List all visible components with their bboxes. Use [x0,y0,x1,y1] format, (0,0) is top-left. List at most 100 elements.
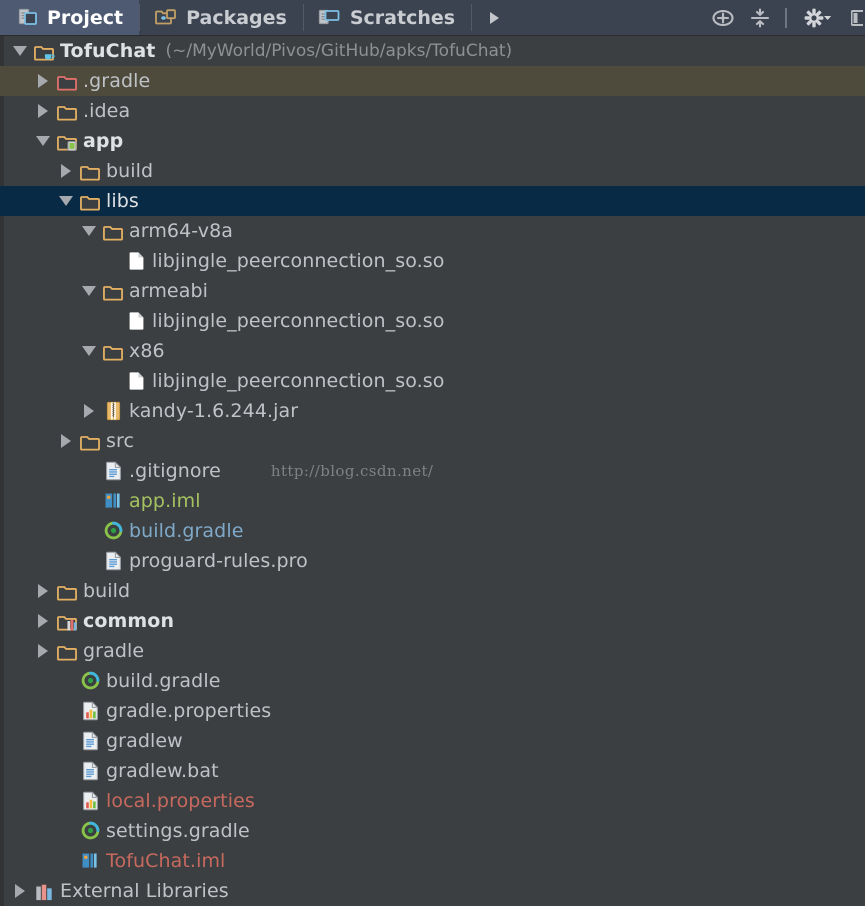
file-blank-icon [123,370,149,392]
folder-icon [100,222,126,241]
collapse-arrow-icon[interactable] [78,226,100,236]
external-libraries-icon [31,882,57,901]
tree-row[interactable]: .gitignore http://blog.csdn.net/ [0,456,865,486]
tree-row[interactable]: libs [0,186,865,216]
tab-overflow-button[interactable] [471,0,517,35]
text-file-icon [100,550,126,572]
folder-icon [54,102,80,121]
hide-panel-icon[interactable] [851,6,863,30]
tree-row[interactable]: build.gradle [0,666,865,696]
tree-row[interactable]: build [0,156,865,186]
file-blank-icon [123,250,149,272]
tree-row[interactable]: TofuChat (~/MyWorld/Pivos/GitHub/apks/Tof… [0,36,865,66]
tab-project[interactable]: Project [0,0,140,35]
tree-row[interactable]: gradle [0,636,865,666]
text-file-icon [77,730,103,752]
tree-row[interactable]: libjingle_peerconnection_so.so [0,246,865,276]
tree-row[interactable]: TofuChat.iml [0,846,865,876]
text-file-icon [100,460,126,482]
expand-arrow-icon[interactable] [32,644,54,658]
tree-row[interactable]: proguard-rules.pro [0,546,865,576]
project-panel-icon [14,7,38,28]
tree-row-label: local.properties [106,790,255,812]
tree-row-label: libjingle_peerconnection_so.so [152,250,445,272]
expand-arrow-icon[interactable] [32,104,54,118]
iml-module-file-icon [77,850,103,872]
locate-target-icon[interactable] [711,6,735,30]
library-module-icon [54,612,80,631]
tree-row[interactable]: libjingle_peerconnection_so.so [0,306,865,336]
tree-row-label: build [106,160,154,182]
tree-row[interactable]: src [0,426,865,456]
collapse-arrow-icon[interactable] [78,286,100,296]
tab-scratches[interactable]: Scratches [302,0,471,35]
collapse-arrow-icon[interactable] [9,46,31,56]
tree-row[interactable]: app.iml [0,486,865,516]
folder-icon [54,642,80,661]
tree-row[interactable]: local.properties [0,786,865,816]
tree-row[interactable]: kandy-1.6.244.jar [0,396,865,426]
tab-label: Packages [186,6,287,29]
tree-row-label: TofuChat.iml [106,850,226,872]
expand-arrow-icon[interactable] [32,74,54,88]
scratches-panel-icon [317,7,341,28]
expand-arrow-icon[interactable] [32,584,54,598]
tree-row[interactable]: build.gradle [0,516,865,546]
tree-row-label: app.iml [129,490,201,512]
expand-arrow-icon[interactable] [32,614,54,628]
collapse-arrow-icon[interactable] [78,346,100,356]
collapse-arrow-icon[interactable] [32,136,54,146]
gradle-file-icon [100,520,126,542]
tree-row[interactable]: build [0,576,865,606]
gradle-file-icon [77,820,103,842]
properties-file-icon [77,700,103,722]
tree-row[interactable]: External Libraries [0,876,865,906]
tree-row[interactable]: armeabi [0,276,865,306]
project-path-note: (~/MyWorld/Pivos/GitHub/apks/TofuChat) [165,41,513,61]
tree-row-label: kandy-1.6.244.jar [129,400,299,422]
tree-row[interactable]: common [0,606,865,636]
android-module-icon [54,132,80,151]
project-tree[interactable]: TofuChat (~/MyWorld/Pivos/GitHub/apks/Tof… [0,36,865,906]
expand-arrow-icon[interactable] [78,404,100,418]
tree-row-label: libjingle_peerconnection_so.so [152,310,445,332]
tree-row-label: .idea [83,100,131,122]
tree-row[interactable]: .idea [0,96,865,126]
tree-row-label: gradlew [106,730,183,752]
tree-row-label: libs [106,190,139,212]
toolbar-separator [785,7,787,28]
expand-arrow-icon[interactable] [55,434,77,448]
tree-row[interactable]: gradlew.bat [0,756,865,786]
tree-row[interactable]: arm64-v8a [0,216,865,246]
chevron-right-icon [489,11,499,24]
tree-row[interactable]: .gradle [0,66,865,96]
project-module-icon [31,42,57,61]
tree-row-label: proguard-rules.pro [129,550,308,572]
tree-row[interactable]: gradlew [0,726,865,756]
tab-packages[interactable]: Packages [139,0,303,35]
file-blank-icon [123,310,149,332]
tree-row[interactable]: x86 [0,336,865,366]
tree-row-label: common [83,610,175,632]
expand-arrow-icon[interactable] [9,884,31,898]
tree-row[interactable]: libjingle_peerconnection_so.so [0,366,865,396]
tree-row[interactable]: app [0,126,865,156]
folder-icon [77,192,103,211]
tree-row-label: External Libraries [60,880,229,902]
tree-row-label: src [106,430,135,452]
tree-row-label: build [83,580,131,602]
tree-row[interactable]: settings.gradle [0,816,865,846]
expand-arrow-icon[interactable] [55,164,77,178]
folder-icon [77,432,103,451]
tree-row-label: armeabi [129,280,209,302]
gradle-file-icon [77,670,103,692]
tree-row[interactable]: gradle.properties [0,696,865,726]
settings-gear-icon[interactable] [801,6,837,30]
tree-row-label: app [83,130,124,152]
tab-label: Project [47,6,124,29]
properties-file-icon [77,790,103,812]
collapse-arrow-icon[interactable] [55,196,77,206]
tree-row-label: build.gradle [106,670,221,692]
collapse-all-icon[interactable] [749,6,771,30]
iml-module-file-icon [100,490,126,512]
